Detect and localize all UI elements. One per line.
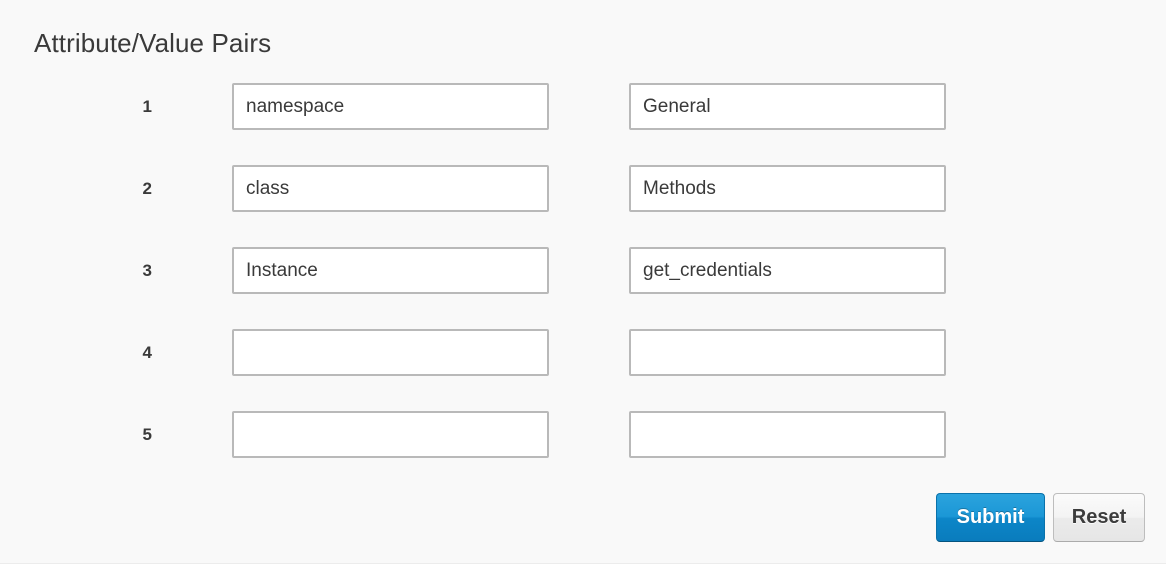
attribute-input-2[interactable] (232, 165, 549, 212)
row-index-label: 5 (142, 425, 152, 444)
row-index-label: 2 (142, 179, 152, 198)
attribute-value-pairs-form: Attribute/Value Pairs 1 2 3 4 5 (0, 0, 1166, 564)
attribute-input-1[interactable] (232, 83, 549, 130)
value-input-2[interactable] (629, 165, 946, 212)
page-title: Attribute/Value Pairs (34, 28, 272, 58)
pair-row: 2 (0, 165, 1166, 247)
value-input-5[interactable] (629, 411, 946, 458)
pair-row: 5 (0, 411, 1166, 493)
form-actions: Submit Reset (0, 493, 1166, 543)
row-index-label: 1 (142, 97, 152, 116)
value-input-4[interactable] (629, 329, 946, 376)
reset-button[interactable]: Reset (1053, 493, 1145, 542)
value-input-1[interactable] (629, 83, 946, 130)
submit-button[interactable]: Submit (936, 493, 1045, 542)
attribute-input-4[interactable] (232, 329, 549, 376)
value-input-3[interactable] (629, 247, 946, 294)
attribute-input-5[interactable] (232, 411, 549, 458)
pair-row: 3 (0, 247, 1166, 329)
row-index-label: 3 (142, 261, 152, 280)
pair-row: 4 (0, 329, 1166, 411)
attribute-value-pairs-grid: 1 2 3 4 5 (0, 83, 1166, 493)
pair-row: 1 (0, 83, 1166, 165)
attribute-input-3[interactable] (232, 247, 549, 294)
row-index-label: 4 (142, 343, 152, 362)
